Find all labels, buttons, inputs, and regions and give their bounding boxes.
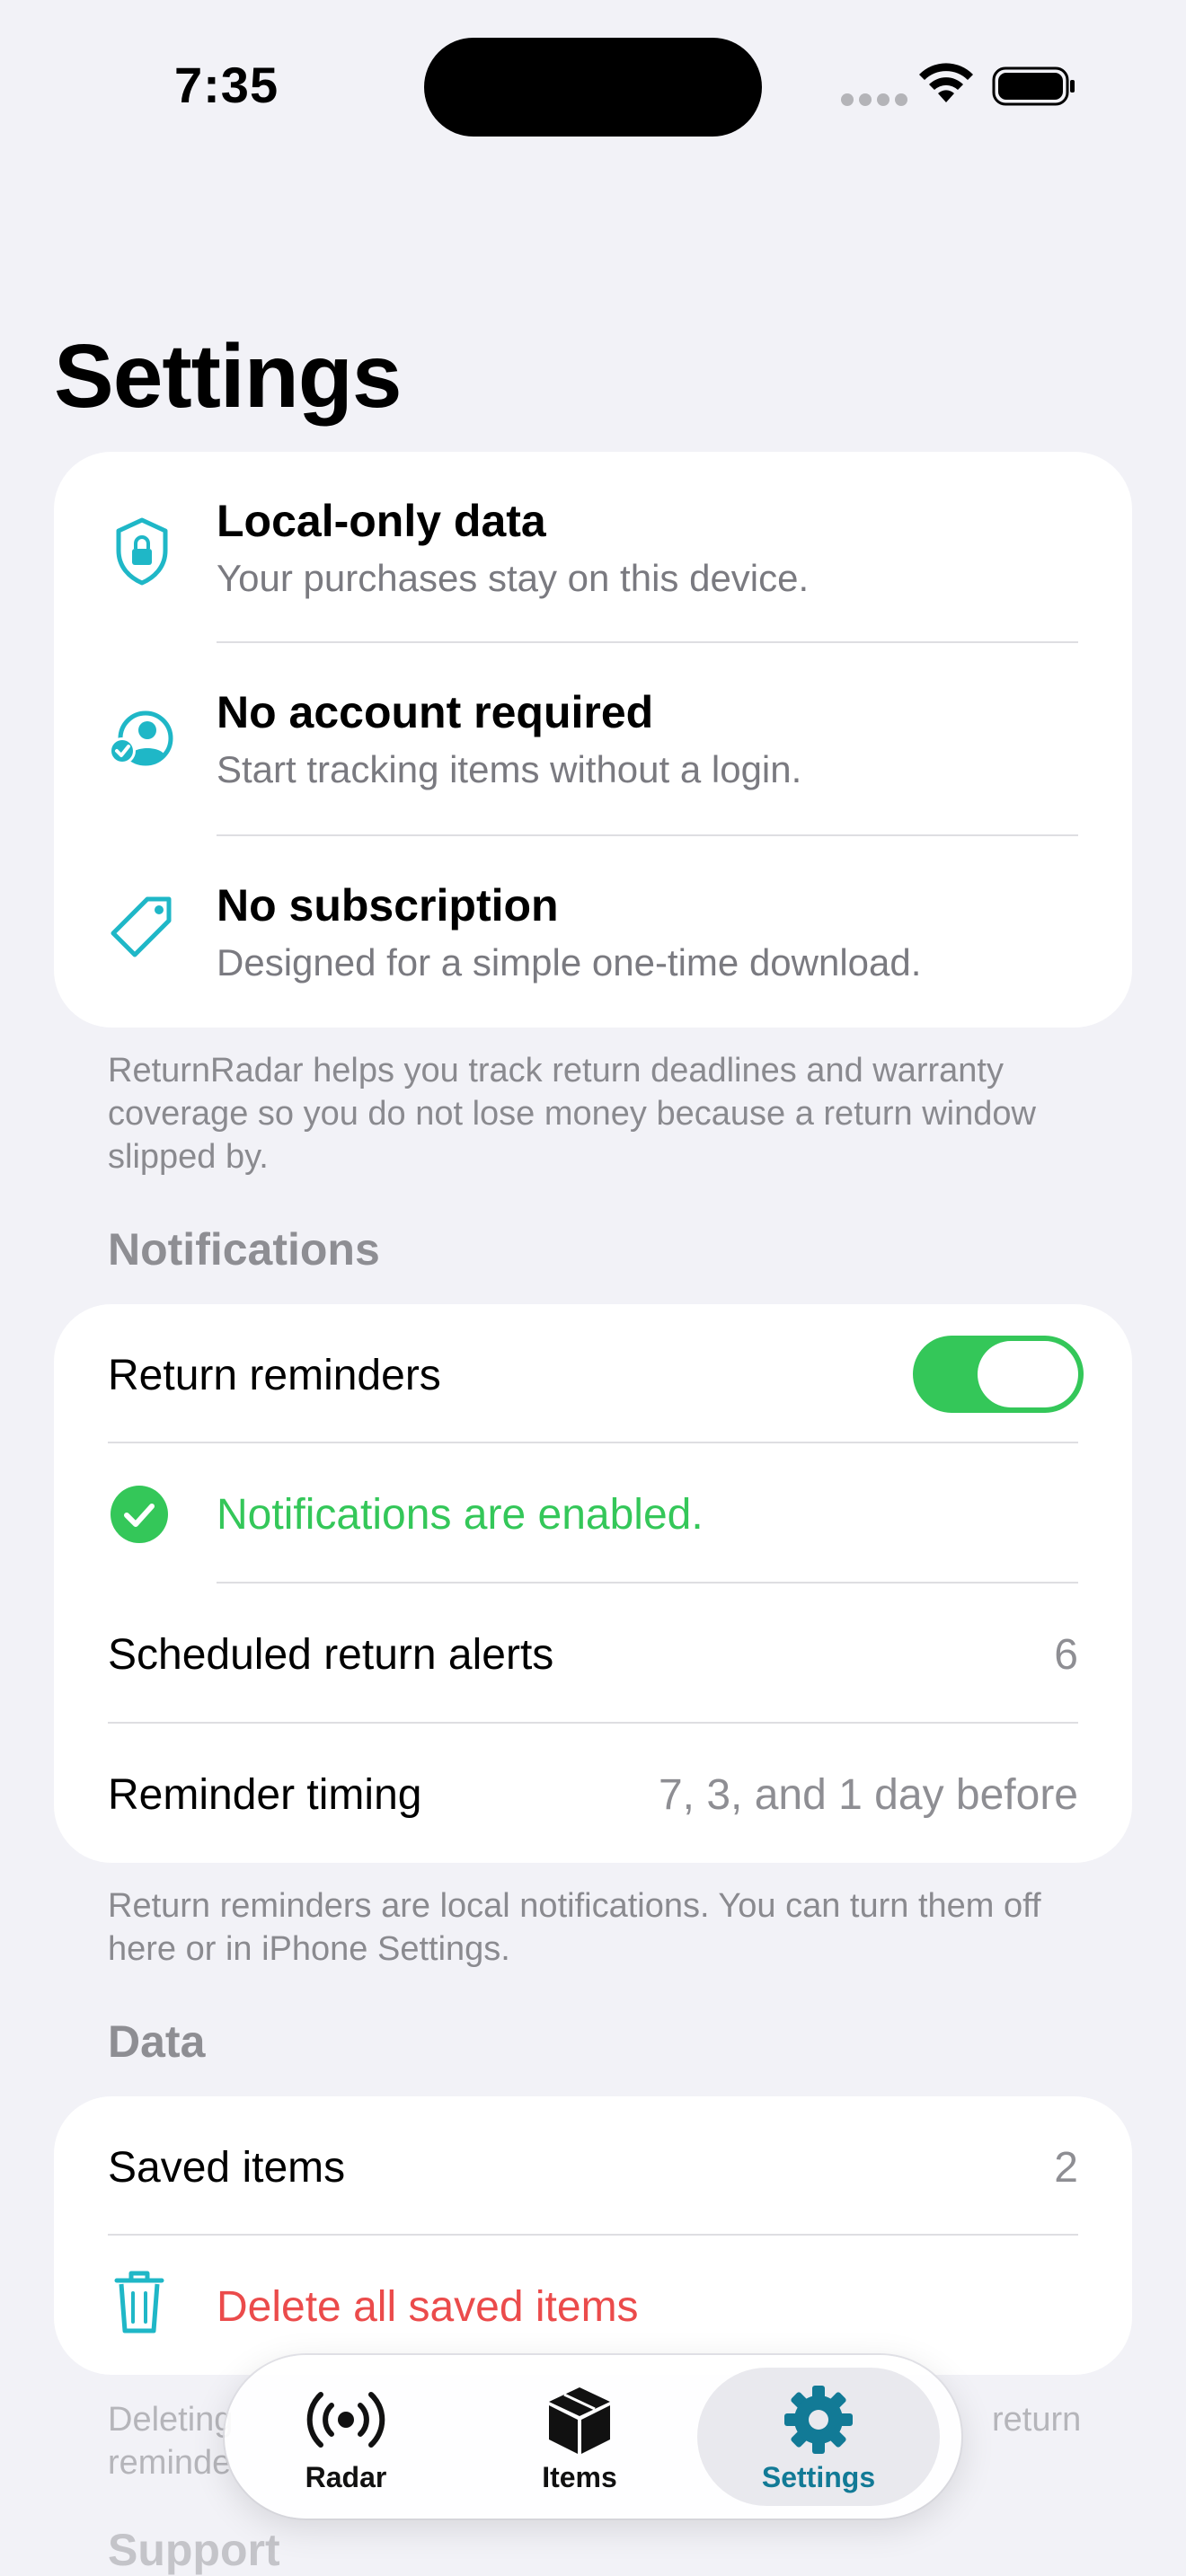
notifications-footnote: Return reminders are local notifications… (108, 1887, 1041, 1968)
support-section-header: Support (108, 2525, 280, 2575)
page-title: Settings (54, 326, 402, 427)
lock-shield-icon (116, 517, 168, 586)
notifications-enabled-row: Notifications are enabled. (54, 1443, 1132, 1584)
return-reminders-label: Return reminders (108, 1352, 441, 1399)
footnote-fragment: Deleting (108, 2401, 234, 2439)
feature-row-no-subscription: No subscription Designed for a simple on… (54, 836, 1132, 1028)
saved-items-label: Saved items (108, 2144, 346, 2192)
status-time: 7:35 (174, 57, 279, 113)
data-footnote-fragment: reminde (108, 2441, 231, 2484)
feature-title: No account required (217, 687, 654, 737)
feature-row-no-account: No account required Start tracking items… (54, 643, 1132, 835)
notifications-card: Return reminders Notifications are enabl… (54, 1304, 1132, 1863)
scheduled-alerts-count: 6 (1054, 1631, 1078, 1679)
delete-all-row[interactable]: Delete all saved items (54, 2236, 1132, 2375)
feature-row-local-data: Local-only data Your purchases stay on t… (54, 452, 1132, 644)
tab-label: Settings (761, 2461, 876, 2493)
tab-radar[interactable]: Radar (225, 2368, 467, 2506)
return-reminders-toggle[interactable] (913, 1336, 1084, 1413)
saved-items-row[interactable]: Saved items 2 (54, 2096, 1132, 2236)
feature-subtitle: Start tracking items without a login. (217, 748, 802, 790)
data-footnote-fragment: return (992, 2398, 1081, 2441)
tab-label: Items (542, 2461, 617, 2493)
reminder-timing-value: 7, 3, and 1 day before (658, 1771, 1078, 1819)
data-section-header: Data (108, 2016, 206, 2067)
notifications-enabled-message: Notifications are enabled. (217, 1491, 704, 1539)
data-footnote-fragment: Deleting (108, 2398, 233, 2441)
checkmark-circle-icon (111, 1486, 168, 1543)
saved-items-count: 2 (1054, 2144, 1078, 2192)
footnote-fragment: return (992, 2401, 1082, 2439)
footnote-fragment: reminde (108, 2444, 232, 2482)
scheduled-alerts-row[interactable]: Scheduled return alerts 6 (54, 1584, 1132, 1723)
gear-icon (784, 2386, 853, 2454)
status-bar: 7:35 (0, 0, 1186, 171)
scheduled-alerts-label: Scheduled return alerts (108, 1631, 554, 1679)
cellular-signal-icon (841, 93, 913, 110)
tab-items[interactable]: Items (458, 2368, 701, 2506)
notifications-section-header: Notifications (108, 1224, 380, 1275)
battery-icon (992, 66, 1075, 106)
dynamic-island (424, 38, 762, 137)
tag-icon (111, 896, 172, 957)
features-card: Local-only data Your purchases stay on t… (54, 452, 1132, 1028)
reminder-timing-label: Reminder timing (108, 1771, 422, 1819)
feature-title: No subscription (217, 880, 559, 931)
feature-subtitle: Your purchases stay on this device. (217, 557, 810, 599)
antenna-radiowaves-icon (306, 2392, 385, 2448)
toggle-knob (978, 1341, 1078, 1407)
reminder-timing-row[interactable]: Reminder timing 7, 3, and 1 day before (54, 1724, 1132, 1863)
trash-icon (114, 2271, 164, 2333)
shipping-box-icon (549, 2387, 610, 2454)
tab-settings[interactable]: Settings (697, 2368, 940, 2506)
wifi-icon (919, 63, 973, 102)
delete-all-label: Delete all saved items (217, 2283, 639, 2331)
feature-subtitle: Designed for a simple one-time download. (217, 941, 922, 984)
return-reminders-row: Return reminders (54, 1304, 1132, 1443)
tab-label: Radar (305, 2461, 387, 2493)
about-footnote: ReturnRadar helps you track return deadl… (108, 1052, 1036, 1176)
data-card: Saved items 2 Delete all saved items (54, 2096, 1132, 2375)
person-check-icon (109, 710, 173, 766)
tab-bar: Radar Items Settings (225, 2355, 961, 2519)
feature-title: Local-only data (217, 496, 546, 546)
